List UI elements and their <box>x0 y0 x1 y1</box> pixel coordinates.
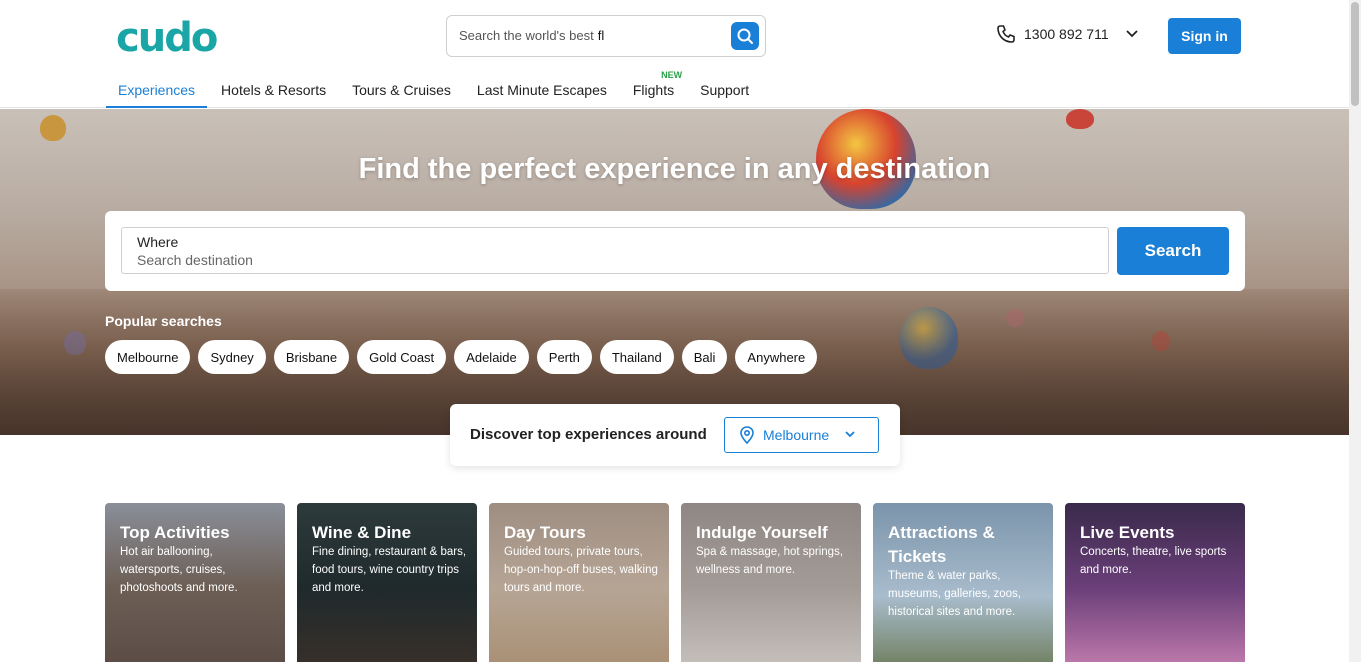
map-pin-icon <box>740 426 754 444</box>
card-description: Hot air ballooning, watersports, cruises… <box>120 546 238 594</box>
card-title: Wine & Dine <box>312 523 412 542</box>
where-label: Where <box>137 234 179 250</box>
scrollbar-thumb[interactable] <box>1351 2 1359 106</box>
card-top-activities[interactable]: Top Activities Hot air ballooning, water… <box>105 503 285 662</box>
balloon-decoration <box>1066 109 1094 129</box>
card-title: Live Events <box>1080 523 1175 542</box>
chevron-down-icon <box>1125 30 1138 38</box>
hero-title: Find the perfect experience in any desti… <box>358 153 991 185</box>
page-scrollbar[interactable] <box>1349 0 1361 662</box>
card-day-tours[interactable]: Day Tours Guided tours, private tours, h… <box>489 503 669 662</box>
search-icon <box>737 28 753 44</box>
phone-number: 1300 892 711 <box>1024 26 1109 42</box>
card-attractions-tickets[interactable]: Attractions & Tickets Theme & water park… <box>873 503 1053 662</box>
card-title: Day Tours <box>504 523 586 542</box>
header-search-button[interactable] <box>731 22 759 50</box>
where-placeholder: Search destination <box>137 252 253 268</box>
card-title: Attractions & Tickets <box>888 523 995 566</box>
chip-adelaide[interactable]: Adelaide <box>454 340 529 374</box>
header-search-input[interactable]: Search the world's best fl <box>446 15 766 57</box>
card-description: Spa & massage, hot springs, wellness and… <box>696 546 844 576</box>
chip-sydney[interactable]: Sydney <box>198 340 266 374</box>
destination-input[interactable]: Where Search destination <box>121 227 1109 274</box>
chip-melbourne[interactable]: Melbourne <box>105 340 191 374</box>
popular-searches-list: Melbourne Sydney Brisbane Gold Coast Ade… <box>105 340 818 374</box>
destination-search-card: Where Search destination Search <box>105 211 1245 291</box>
location-select[interactable]: Melbourne <box>724 417 879 453</box>
discover-location-panel: Discover top experiences around Melbourn… <box>450 404 900 466</box>
balloon-decoration <box>40 115 66 141</box>
sign-in-button[interactable]: Sign in <box>1168 18 1241 54</box>
card-live-events[interactable]: Live Events Concerts, theatre, live spor… <box>1065 503 1245 662</box>
category-cards: Top Activities Hot air ballooning, water… <box>105 503 1245 662</box>
chevron-down-icon <box>845 431 855 438</box>
card-description: Theme & water parks, museums, galleries,… <box>888 570 1021 618</box>
header-search-placeholder: Search the world's best fl <box>459 28 605 43</box>
location-select-value: Melbourne <box>763 427 830 443</box>
chip-perth[interactable]: Perth <box>536 340 592 374</box>
main-nav: Experiences Hotels & Resorts Tours & Cru… <box>106 70 763 108</box>
nav-experiences[interactable]: Experiences <box>106 74 208 108</box>
search-button[interactable]: Search <box>1117 227 1229 275</box>
card-title: Top Activities <box>120 523 230 542</box>
header-search-typed: fl <box>597 28 605 43</box>
phone-dropdown[interactable]: 1300 892 711 <box>996 24 1141 44</box>
card-title: Indulge Yourself <box>696 523 828 542</box>
nav-flights[interactable]: Flights NEW <box>621 70 686 108</box>
new-badge: NEW <box>661 70 683 80</box>
card-indulge-yourself[interactable]: Indulge Yourself Spa & massage, hot spri… <box>681 503 861 662</box>
chip-bali[interactable]: Bali <box>681 340 728 374</box>
nav-support[interactable]: Support <box>688 74 761 108</box>
chip-thailand[interactable]: Thailand <box>599 340 674 374</box>
card-wine-dine[interactable]: Wine & Dine Fine dining, restaurant & ba… <box>297 503 477 662</box>
nav-tours-cruises[interactable]: Tours & Cruises <box>340 74 463 108</box>
hero-banner: Find the perfect experience in any desti… <box>0 109 1349 435</box>
chip-anywhere[interactable]: Anywhere <box>735 340 818 374</box>
nav-last-minute-escapes[interactable]: Last Minute Escapes <box>465 74 619 108</box>
chip-brisbane[interactable]: Brisbane <box>273 340 350 374</box>
card-description: Concerts, theatre, live sports and more. <box>1080 546 1227 576</box>
card-description: Guided tours, private tours, hop-on-hop-… <box>504 546 658 594</box>
card-description: Fine dining, restaurant & bars, food tou… <box>312 546 467 594</box>
popular-searches-label: Popular searches <box>105 313 222 329</box>
nav-hotels-resorts[interactable]: Hotels & Resorts <box>209 74 338 108</box>
cudo-logo[interactable]: cudo <box>116 15 218 61</box>
chip-gold-coast[interactable]: Gold Coast <box>357 340 447 374</box>
site-header: cudo Search the world's best fl 1300 892 … <box>0 0 1349 108</box>
discover-text: Discover top experiences around <box>470 426 707 443</box>
phone-icon <box>997 25 1015 43</box>
